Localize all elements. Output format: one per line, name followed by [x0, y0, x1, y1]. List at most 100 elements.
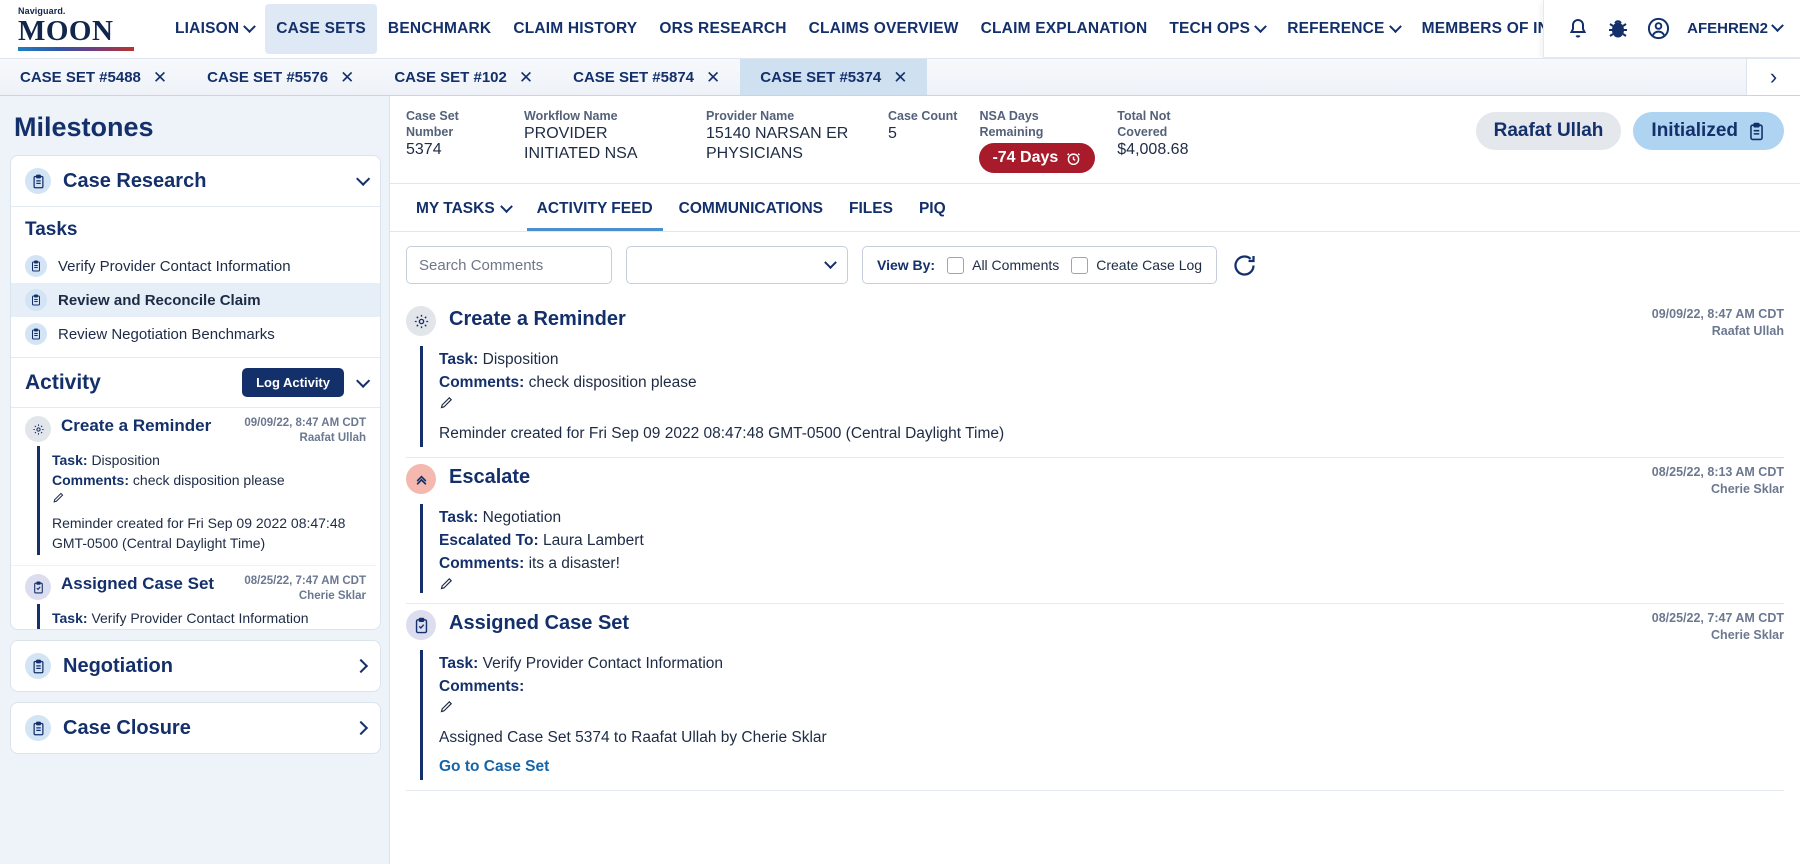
- bell-icon[interactable]: [1566, 17, 1590, 41]
- tabs-next-button[interactable]: ›: [1746, 59, 1800, 95]
- gear-icon: [25, 416, 51, 442]
- status-badge[interactable]: Initialized: [1633, 112, 1784, 150]
- clipboard-icon: [1747, 122, 1766, 141]
- refresh-icon[interactable]: [1231, 252, 1258, 279]
- case-tab[interactable]: CASE SET #102 ✕: [374, 59, 553, 95]
- nav-item-label: REFERENCE: [1287, 20, 1385, 37]
- case-tab[interactable]: CASE SET #5374 ✕: [740, 59, 928, 95]
- pencil-icon[interactable]: [52, 491, 366, 504]
- checkbox-create-case-log[interactable]: Create Case Log: [1071, 256, 1202, 274]
- detail-label: Comments:: [439, 678, 525, 695]
- subtab-communications[interactable]: COMMUNICATIONS: [669, 194, 833, 231]
- case-tab[interactable]: CASE SET #5576 ✕: [187, 59, 374, 95]
- nav-item-case-sets[interactable]: CASE SETS: [265, 4, 377, 54]
- gear-icon: [406, 306, 436, 336]
- nav-item-benchmark[interactable]: BENCHMARK: [377, 4, 502, 54]
- view-by-label: View By:: [877, 257, 936, 273]
- activity-heading: Activity: [25, 370, 101, 394]
- subtab-files[interactable]: FILES: [839, 194, 903, 231]
- log-activity-button[interactable]: Log Activity: [242, 368, 344, 397]
- nav-item-label: ORS RESEARCH: [659, 20, 787, 37]
- user-account-icon[interactable]: [1646, 16, 1671, 41]
- bug-icon[interactable]: [1606, 17, 1630, 41]
- task-item[interactable]: Verify Provider Contact Information: [11, 249, 380, 283]
- subtab-piq[interactable]: PIQ: [909, 194, 956, 231]
- detail-value: check disposition please: [528, 374, 697, 391]
- pencil-icon[interactable]: [439, 395, 1784, 410]
- nav-item-claim-history[interactable]: CLAIM HISTORY: [502, 4, 648, 54]
- chevron-down-icon[interactable]: [356, 373, 371, 388]
- feed-item-header: Assigned Case Set 08/25/22, 7:47 AM CDT …: [406, 610, 1784, 644]
- subtab-my-tasks[interactable]: MY TASKS: [406, 194, 521, 231]
- nav-item-liaison[interactable]: LIAISON: [164, 4, 265, 54]
- activity-list-scroll[interactable]: Create a Reminder 09/09/22, 8:47 AM CDT …: [11, 407, 380, 629]
- case-set-tab-strip: CASE SET #5488 ✕ CASE SET #5576 ✕ CASE S…: [0, 58, 1800, 96]
- checkbox-all-comments[interactable]: All Comments: [947, 256, 1060, 274]
- total-label: Total Not Covered: [1117, 109, 1171, 139]
- close-icon[interactable]: ✕: [706, 69, 720, 86]
- chevron-down-icon: [1388, 19, 1402, 33]
- activity-note: Reminder created for Fri Sep 09 2022 08:…: [52, 515, 346, 551]
- subtab-activity-feed[interactable]: ACTIVITY FEED: [526, 194, 663, 231]
- nav-item-claim-explanation[interactable]: CLAIM EXPLANATION: [970, 4, 1159, 54]
- milestone-header-case-closure[interactable]: Case Closure: [11, 703, 380, 753]
- checkbox-label: All Comments: [972, 257, 1060, 273]
- case-info-fields: Case Set Number 5374 Workflow Name PROVI…: [406, 108, 979, 164]
- case-tab-label: CASE SET #5576: [207, 68, 329, 86]
- feed-timestamp: 08/25/22, 7:47 AM CDT: [1651, 611, 1784, 625]
- task-label: Review Negotiation Benchmarks: [58, 325, 275, 343]
- feed-details: Task: Negotiation Escalated To: Laura Lam…: [420, 504, 1784, 593]
- subtab-label: COMMUNICATIONS: [678, 200, 824, 217]
- clipboard-icon: [25, 323, 47, 345]
- app-logo[interactable]: Naviguard. MOON: [18, 7, 136, 51]
- activity-type-dropdown[interactable]: [626, 246, 848, 284]
- milestone-body: Tasks Verify Provider Contact Informatio…: [11, 206, 380, 629]
- task-label: Review and Reconcile Claim: [58, 291, 261, 309]
- case-info-value: PROVIDER INITIATED NSA: [524, 125, 638, 162]
- detail-label: Task:: [52, 452, 88, 468]
- close-icon[interactable]: ✕: [340, 69, 354, 86]
- activity-feed-list[interactable]: Create a Reminder 09/09/22, 8:47 AM CDT …: [390, 296, 1800, 864]
- feed-user: Cherie Sklar: [1711, 628, 1784, 642]
- detail-value: Negotiation: [482, 509, 562, 526]
- nav-item-tech-ops[interactable]: TECH OPS: [1158, 4, 1276, 54]
- task-item[interactable]: Review and Reconcile Claim: [11, 283, 380, 317]
- feed-detail-row: Task: Disposition: [439, 348, 1784, 371]
- close-icon[interactable]: ✕: [519, 69, 533, 86]
- chevron-down-icon: [1254, 19, 1268, 33]
- close-icon[interactable]: ✕: [893, 69, 907, 86]
- case-info-field: Case Set Number 5374: [406, 108, 524, 164]
- case-tab[interactable]: CASE SET #5874 ✕: [553, 59, 740, 95]
- search-input[interactable]: [406, 246, 612, 284]
- activity-meta: 08/25/22, 7:47 AM CDT Cherie Sklar: [244, 574, 366, 604]
- case-tab[interactable]: CASE SET #5488 ✕: [0, 59, 187, 95]
- close-icon[interactable]: ✕: [153, 69, 167, 86]
- nav-item-reference[interactable]: REFERENCE: [1276, 4, 1410, 54]
- milestone-header-case-research[interactable]: Case Research: [11, 156, 380, 206]
- nav-item-ors-research[interactable]: ORS RESEARCH: [648, 4, 797, 54]
- detail-label: Task:: [52, 610, 88, 626]
- total-value: $4,008.68: [1117, 141, 1189, 158]
- case-info-field: Case Count 5: [888, 108, 979, 164]
- feed-title: Escalate: [449, 466, 531, 488]
- milestone-header-negotiation[interactable]: Negotiation: [11, 641, 380, 691]
- go-to-case-set-link[interactable]: Go to Case Set: [439, 755, 549, 778]
- assignee-pill[interactable]: Raafat Ullah: [1475, 112, 1622, 150]
- detail-label: Task:: [439, 655, 479, 672]
- feed-note: Reminder created for Fri Sep 09 2022 08:…: [439, 425, 1005, 442]
- nsa-badge: -74 Days: [979, 143, 1096, 173]
- user-name: AFEHREN2: [1687, 20, 1768, 37]
- nav-item-label: CLAIM HISTORY: [513, 20, 638, 37]
- user-menu[interactable]: AFEHREN2: [1687, 19, 1784, 37]
- nav-item-claims-overview[interactable]: CLAIMS OVERVIEW: [798, 4, 970, 54]
- status-label: Initialized: [1651, 120, 1738, 141]
- feed-item-header: Create a Reminder 09/09/22, 8:47 AM CDT …: [406, 306, 1784, 340]
- task-item[interactable]: Review Negotiation Benchmarks: [11, 317, 380, 351]
- activity-timestamp: 08/25/22, 7:47 AM CDT: [244, 575, 366, 587]
- pencil-icon[interactable]: [439, 576, 1784, 591]
- chevron-down-icon: [824, 255, 837, 269]
- detail-label: Task:: [439, 351, 479, 368]
- pencil-icon[interactable]: [439, 699, 1784, 714]
- nsa-label: NSA Days Remaining: [979, 109, 1044, 139]
- assignee-name: Raafat Ullah: [1493, 120, 1604, 141]
